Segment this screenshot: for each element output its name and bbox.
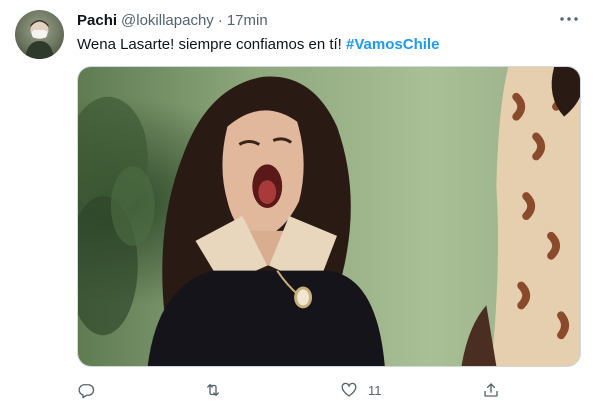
user-handle[interactable]: @lokillapachy xyxy=(121,12,214,29)
timestamp[interactable]: 17min xyxy=(227,12,268,29)
tweet-card[interactable]: Pachi @lokillapachy · 17min Wena Lasarte! s… xyxy=(0,0,594,412)
like-count: 11 xyxy=(368,382,382,398)
retweet-icon xyxy=(204,381,222,399)
tweet-text: Wena Lasarte! siempre confiamos en tí! #… xyxy=(77,35,439,55)
tweet-actions: 11 xyxy=(77,380,507,400)
tweet-media-photo[interactable] xyxy=(77,66,581,367)
heart-icon xyxy=(340,381,358,399)
reply-icon xyxy=(77,381,95,399)
share-button[interactable] xyxy=(482,380,500,400)
share-icon xyxy=(482,381,500,399)
more-options-icon[interactable] xyxy=(558,10,580,28)
tweet-text-body: Wena Lasarte! siempre confiamos en tí! xyxy=(77,36,347,53)
tweet-header: Pachi @lokillapachy · 17min xyxy=(77,12,268,30)
display-name[interactable]: Pachi xyxy=(77,12,117,29)
hashtag-link[interactable]: #VamosChile xyxy=(346,36,439,53)
retweet-button[interactable] xyxy=(204,380,222,400)
separator-dot: · xyxy=(217,12,223,29)
reply-button[interactable] xyxy=(77,380,95,400)
avatar[interactable] xyxy=(15,10,64,59)
like-button[interactable]: 11 xyxy=(340,380,382,400)
